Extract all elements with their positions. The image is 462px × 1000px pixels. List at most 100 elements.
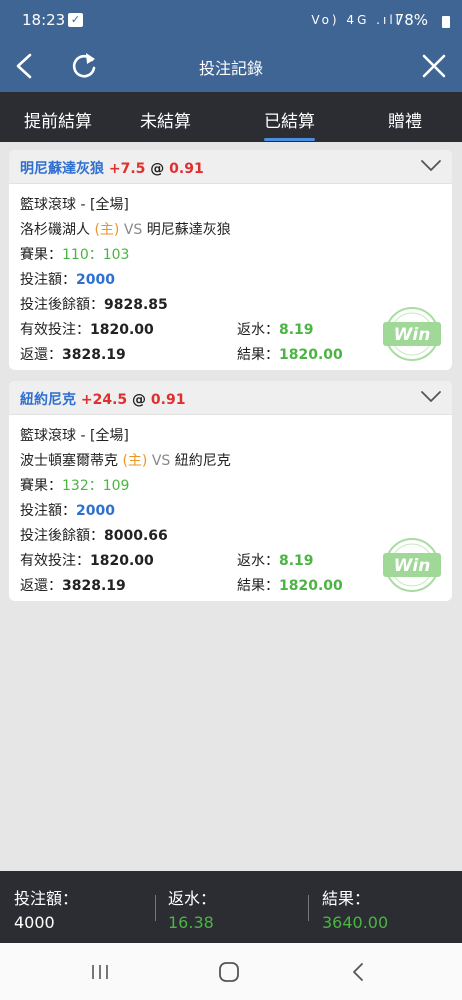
- bet-card-body: 籃球滾球 - [全場] 洛杉磯湖人 (主) VS 明尼蘇達灰狼 賽果：110：1…: [9, 184, 452, 370]
- return-value: 3828.19: [62, 347, 126, 363]
- bet-card: 紐約尼克 +24.5 @ 0.91 籃球滾球 - [全場] 波士頓塞爾蒂克 (主…: [9, 381, 452, 601]
- summary-stake-value: 4000: [14, 913, 55, 932]
- summary-rebate: 返水： 16.38: [168, 885, 216, 932]
- system-back-icon[interactable]: [350, 962, 366, 982]
- signal-icons: Vo) 4G .ıll: [311, 13, 402, 27]
- valid-row: 有效投注：1820.00: [20, 319, 154, 339]
- bet-handicap: +7.5: [108, 161, 146, 177]
- tab-bar: 提前結算 未結算 已結算 贈禮: [0, 92, 462, 142]
- balance-label: 投注後餘額：: [20, 297, 104, 313]
- result-row: 結果：1820.00: [237, 344, 343, 364]
- result-label: 結果：: [237, 578, 279, 594]
- bet-at: @: [150, 161, 165, 177]
- summary-stake: 投注額： 4000: [14, 885, 78, 932]
- matchup: 洛杉磯湖人 (主) VS 明尼蘇達灰狼: [20, 219, 231, 239]
- home-tag: (主): [94, 222, 120, 238]
- chevron-down-icon[interactable]: [420, 389, 442, 405]
- notification-check-icon: ✓: [68, 13, 83, 27]
- bet-card-body: 籃球滾球 - [全場] 波士頓塞爾蒂克 (主) VS 紐約尼克 賽果：132：1…: [9, 415, 452, 601]
- bet-at: @: [132, 392, 147, 408]
- valid-label: 有效投注：: [20, 553, 90, 569]
- bet-team: 紐約尼克: [20, 392, 76, 408]
- top-navbar: 投注記錄: [0, 40, 462, 92]
- status-time: 18:23: [22, 11, 66, 29]
- score-row: 賽果：110：103: [20, 244, 129, 264]
- summary-result-value: 3640.00: [322, 913, 389, 932]
- tab-gifts[interactable]: 贈禮: [388, 107, 422, 132]
- bet-handicap: +24.5: [80, 392, 128, 408]
- summary-rebate-label: 返水：: [168, 889, 217, 908]
- rebate-label: 返水：: [237, 553, 279, 569]
- tab-early-settle[interactable]: 提前結算: [24, 107, 92, 132]
- footer-divider: [155, 895, 156, 921]
- score-row: 賽果：132：109: [20, 475, 129, 495]
- status-bar: 18:23 ✓ Vo) 4G .ıll 78%: [0, 0, 462, 40]
- return-row: 返還：3828.19: [20, 575, 126, 595]
- rebate-row: 返水：8.19: [237, 550, 314, 570]
- recent-apps-icon[interactable]: [90, 963, 110, 981]
- page-title: 投注記錄: [198, 59, 263, 78]
- balance-label: 投注後餘額：: [20, 528, 104, 544]
- footer-divider: [308, 895, 309, 921]
- stake-label: 投注額：: [20, 272, 76, 288]
- stake-value: 2000: [76, 272, 115, 288]
- result-label: 結果：: [237, 347, 279, 363]
- score-label: 賽果：: [20, 247, 62, 263]
- return-row: 返還：3828.19: [20, 344, 126, 364]
- score-value: 110：103: [62, 247, 130, 263]
- win-stamp-icon: Win: [383, 307, 441, 361]
- tab-settled[interactable]: 已結算: [264, 107, 315, 141]
- win-badge-text: Win: [394, 556, 431, 576]
- stake-label: 投注額：: [20, 503, 76, 519]
- result-value: 1820.00: [279, 578, 343, 594]
- home-team: 波士頓塞爾蒂克: [20, 453, 118, 469]
- stake-row: 投注額：2000: [20, 500, 115, 520]
- vs-text: VS: [123, 222, 143, 238]
- balance-value: 9828.85: [104, 297, 168, 313]
- balance-row: 投注後餘額：8000.66: [20, 525, 168, 545]
- bet-team: 明尼蘇達灰狼: [20, 161, 104, 177]
- rebate-value: 8.19: [279, 553, 314, 569]
- system-nav-bar: [0, 943, 462, 1000]
- balance-row: 投注後餘額：9828.85: [20, 294, 168, 314]
- rebate-label: 返水：: [237, 322, 279, 338]
- summary-stake-label: 投注額：: [14, 889, 79, 908]
- rebate-value: 8.19: [279, 322, 314, 338]
- result-value: 1820.00: [279, 347, 343, 363]
- bet-odds: 0.91: [169, 161, 204, 177]
- balance-value: 8000.66: [104, 528, 168, 544]
- home-team: 洛杉磯湖人: [20, 222, 90, 238]
- bet-card-header[interactable]: 紐約尼克 +24.5 @ 0.91: [9, 381, 452, 415]
- stake-value: 2000: [76, 503, 115, 519]
- stake-row: 投注額：2000: [20, 269, 115, 289]
- vs-text: VS: [151, 453, 171, 469]
- away-team: 明尼蘇達灰狼: [146, 222, 231, 238]
- battery-percent: 78%: [394, 11, 428, 29]
- summary-result: 結果： 3640.00: [322, 885, 388, 932]
- home-tag: (主): [122, 453, 148, 469]
- tab-unsettled[interactable]: 未結算: [140, 107, 191, 132]
- league-text: 籃球滾球 - [全場]: [20, 428, 129, 444]
- return-label: 返還：: [20, 578, 62, 594]
- win-stamp-icon: Win: [383, 538, 441, 592]
- summary-result-label: 結果：: [322, 889, 371, 908]
- league-text: 籃球滾球 - [全場]: [20, 197, 129, 213]
- summary-footer: 投注額： 4000 返水： 16.38 結果： 3640.00: [0, 871, 462, 943]
- valid-value: 1820.00: [90, 553, 154, 569]
- summary-rebate-value: 16.38: [168, 913, 214, 932]
- rebate-row: 返水：8.19: [237, 319, 314, 339]
- chevron-down-icon[interactable]: [420, 158, 442, 174]
- score-label: 賽果：: [20, 478, 62, 494]
- bet-odds: 0.91: [150, 392, 186, 408]
- valid-label: 有效投注：: [20, 322, 90, 338]
- win-badge-text: Win: [394, 325, 431, 345]
- bet-card: 明尼蘇達灰狼 +7.5 @ 0.91 籃球滾球 - [全場] 洛杉磯湖人 (主)…: [9, 150, 452, 370]
- result-row: 結果：1820.00: [237, 575, 343, 595]
- score-value: 132：109: [62, 478, 130, 494]
- valid-row: 有效投注：1820.00: [20, 550, 154, 570]
- close-icon[interactable]: [420, 52, 448, 80]
- bet-card-header[interactable]: 明尼蘇達灰狼 +7.5 @ 0.91: [9, 150, 452, 184]
- away-team: 紐約尼克: [174, 453, 231, 469]
- home-icon[interactable]: [218, 961, 240, 983]
- return-value: 3828.19: [62, 578, 126, 594]
